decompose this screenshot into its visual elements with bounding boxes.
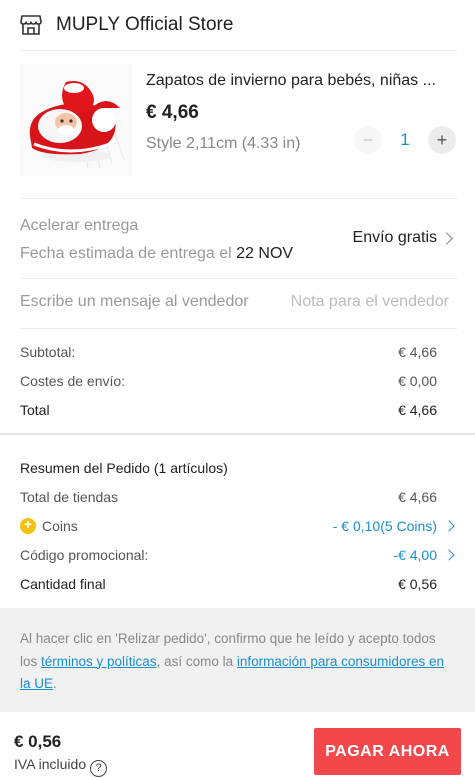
chevron-right-icon <box>440 232 453 245</box>
stores-total-row: Total de tiendas € 4,66 <box>20 489 437 505</box>
section-divider <box>0 433 475 435</box>
shipping-cost-label: Costes de envío: <box>20 373 126 389</box>
chevron-right-icon <box>443 520 455 532</box>
store-name: MUPLY Official Store <box>56 14 234 35</box>
pay-now-button[interactable]: PAGAR AHORA <box>314 728 461 775</box>
shipping-label: Acelerar entrega <box>20 217 139 234</box>
promo-code-value: -€ 4,00 <box>393 547 437 563</box>
final-amount-value: € 0,56 <box>398 576 437 592</box>
coins-row[interactable]: Coins - € 0,10(5 Coins) <box>20 516 455 534</box>
product-price: € 4,66 <box>146 102 199 123</box>
subtotal-row: Subtotal: € 4,66 <box>20 344 437 360</box>
total-row: Total € 4,66 <box>20 402 437 418</box>
divider <box>20 328 457 329</box>
tax-note: IVA incluido? <box>14 756 108 777</box>
shipping-cost-row: Costes de envío: € 0,00 <box>20 373 437 389</box>
divider <box>20 198 457 199</box>
stores-total-value: € 4,66 <box>398 489 437 505</box>
shipping-method: Envío gratis <box>352 229 437 246</box>
legal-text: . <box>53 676 57 691</box>
product-item: Zapatos de invierno para bebés, niñas ..… <box>0 58 475 188</box>
legal-notice: Al hacer clic en 'Relizar pedido', confi… <box>0 608 475 712</box>
order-summary-title: Resumen del Pedido (1 artículos) <box>20 460 228 476</box>
increase-quantity-button[interactable]: + <box>428 126 456 154</box>
shipping-option[interactable]: Acelerar entrega Fecha estimada de entre… <box>0 208 475 272</box>
coins-label: Coins <box>42 518 78 534</box>
divider <box>20 50 457 51</box>
delivery-estimate: Fecha estimada de entrega el 22 NOV <box>20 245 293 263</box>
final-amount-row: Cantidad final € 0,56 <box>20 576 437 592</box>
checkout-footer: € 0,56 IVA incluido? PAGAR AHORA <box>0 712 475 780</box>
promo-code-label: Código promocional: <box>20 547 149 563</box>
subtotal-value: € 4,66 <box>398 344 437 360</box>
divider <box>20 278 457 279</box>
store-icon <box>20 15 42 35</box>
shipping-cost-value: € 0,00 <box>398 373 437 389</box>
terms-link[interactable]: términos y políticas <box>41 654 157 669</box>
tax-note-text: IVA incluido <box>14 756 87 772</box>
help-icon[interactable]: ? <box>90 760 108 777</box>
coin-icon <box>20 516 36 534</box>
stores-total-label: Total de tiendas <box>20 489 119 505</box>
total-value: € 4,66 <box>398 402 437 418</box>
legal-text: , así como la <box>156 653 237 669</box>
seller-note-input[interactable] <box>269 288 449 316</box>
seller-message-label: Escribe un mensaje al vendedor <box>20 293 249 310</box>
total-label: Total <box>20 402 50 418</box>
quantity-stepper: − 1 + <box>354 126 456 154</box>
delivery-estimate-text: Fecha estimada de entrega el <box>20 245 237 262</box>
seller-message-row: Escribe un mensaje al vendedor <box>0 284 475 320</box>
footer-amount: € 0,56 <box>14 732 62 751</box>
promo-code-row[interactable]: Código promocional: -€ 4,00 <box>20 547 455 563</box>
product-title[interactable]: Zapatos de invierno para bebés, niñas ..… <box>146 72 456 90</box>
chevron-right-icon <box>443 549 455 561</box>
coins-value: - € 0,10(5 Coins) <box>332 518 437 534</box>
quantity-value[interactable]: 1 <box>392 130 418 150</box>
product-style: Style 2,11cm (4.33 in) <box>146 135 301 152</box>
product-thumbnail[interactable] <box>20 64 132 176</box>
decrease-quantity-button[interactable]: − <box>354 126 382 154</box>
final-amount-label: Cantidad final <box>20 576 106 592</box>
delivery-date: 22 NOV <box>236 245 294 262</box>
store-header[interactable]: MUPLY Official Store <box>0 0 475 50</box>
subtotal-label: Subtotal: <box>20 344 76 360</box>
